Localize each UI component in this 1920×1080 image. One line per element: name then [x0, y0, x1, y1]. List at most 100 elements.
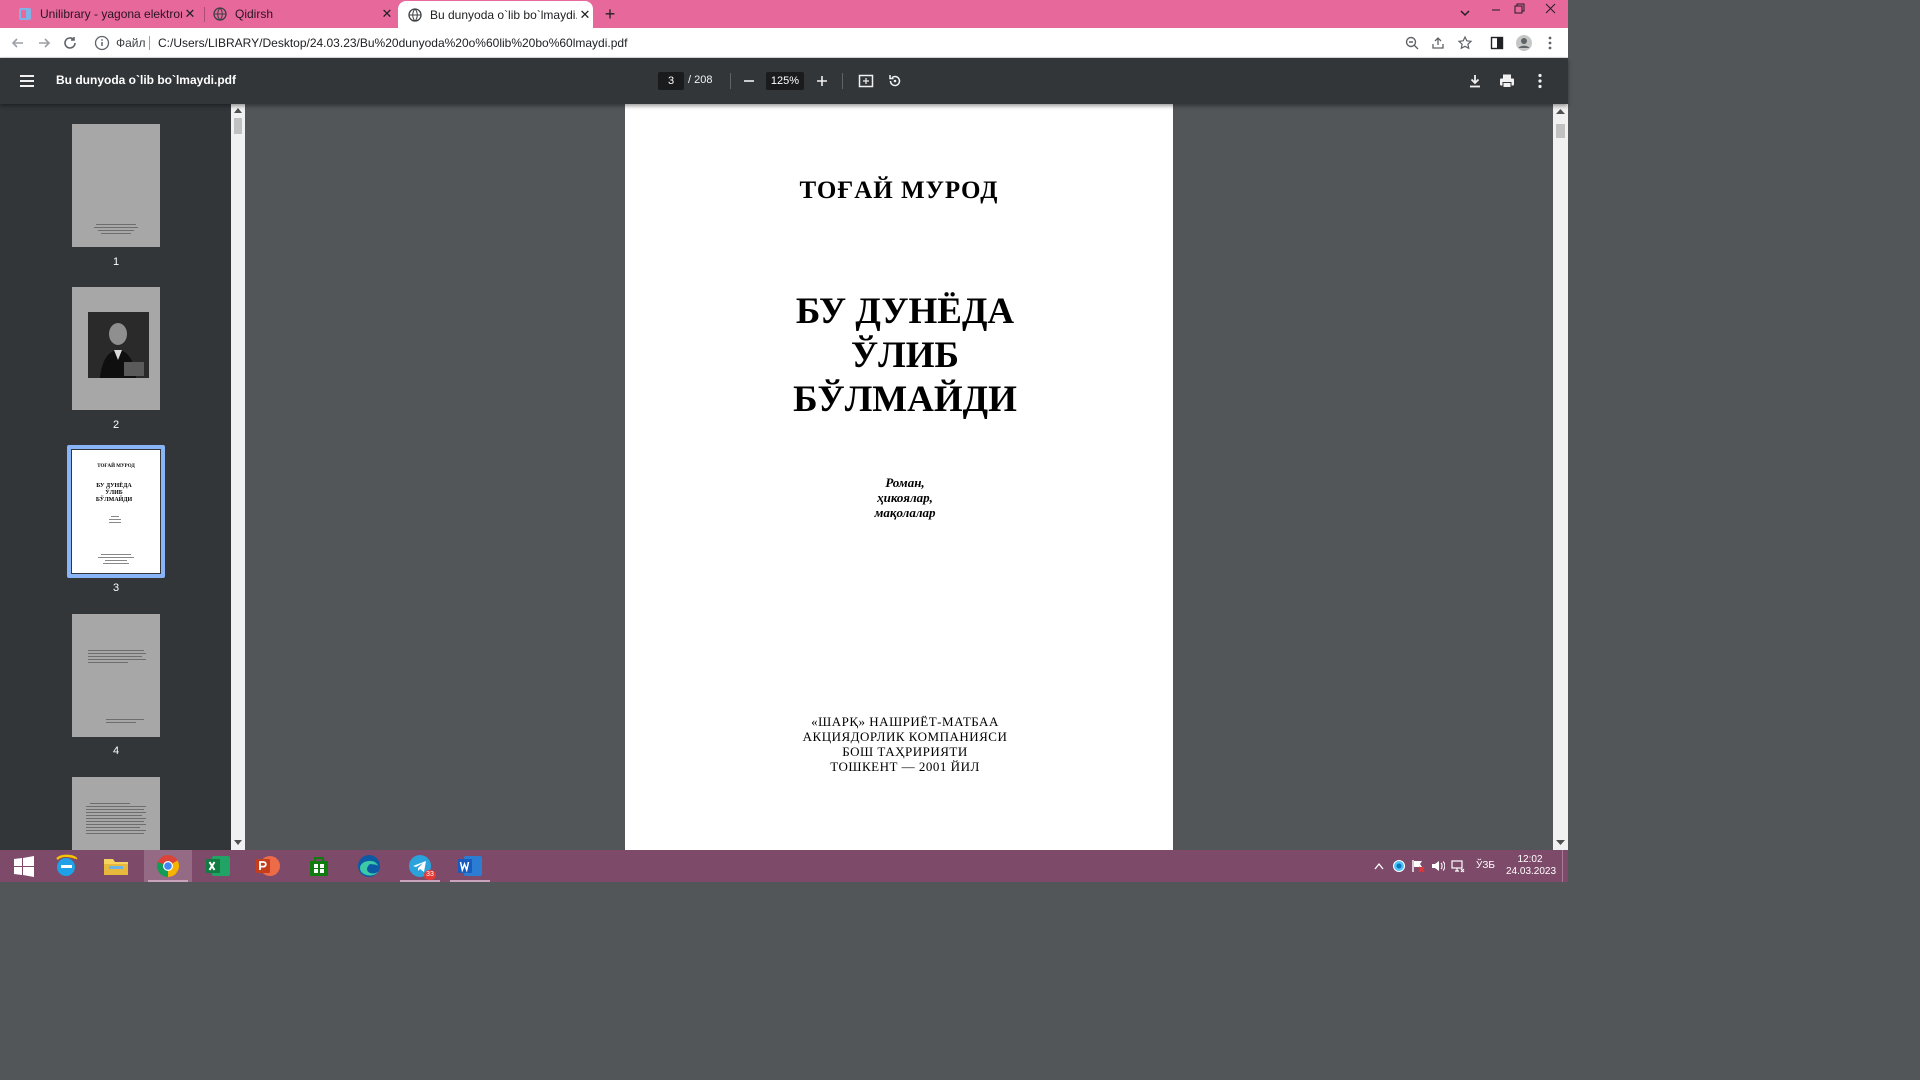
tab-qidirsh[interactable]: Qidirsh ✕ [205, 0, 395, 28]
scroll-down-icon[interactable] [1556, 840, 1565, 846]
close-tab-icon[interactable]: ✕ [379, 6, 395, 22]
book-subtitle: Роман, ҳикоялар, мақолалар [625, 475, 1145, 520]
close-tab-icon[interactable]: ✕ [182, 6, 198, 22]
side-panel-icon[interactable] [1487, 33, 1507, 53]
page-thumbnail[interactable] [72, 287, 160, 410]
internet-explorer-icon [56, 854, 78, 876]
internet-explorer-app[interactable] [42, 850, 90, 882]
hamburger-menu-icon[interactable] [18, 72, 36, 90]
file-explorer-app[interactable] [92, 850, 140, 882]
restore-button[interactable] [1513, 2, 1525, 19]
store-icon [310, 857, 328, 876]
browser-menu-icon[interactable] [1540, 33, 1560, 53]
close-window-button[interactable] [1544, 2, 1556, 19]
publisher-line: ТОШКЕНТ — 2001 ЙИЛ [830, 759, 980, 774]
rotate-icon[interactable] [886, 72, 904, 90]
thumbnail-text-lines [92, 224, 140, 236]
clock-time: 12:02 [1517, 854, 1543, 865]
new-tab-button[interactable]: + [600, 4, 620, 24]
start-button[interactable] [0, 850, 48, 882]
flag-notification-icon[interactable] [1411, 859, 1425, 873]
show-desktop-button[interactable] [1562, 850, 1563, 882]
thumbnail-text-lines [106, 719, 146, 725]
back-arrow-icon[interactable] [8, 33, 28, 53]
scroll-up-icon[interactable] [234, 107, 242, 113]
thumbnail-page-number: 1 [112, 256, 120, 268]
info-icon[interactable] [94, 35, 110, 51]
excel-icon [206, 856, 230, 876]
page-total-label: / 208 [688, 74, 713, 86]
tab-unilibrary[interactable]: Unilibrary - yagona elektron kutub ✕ [8, 0, 198, 28]
telegram-app[interactable]: 33 [396, 850, 444, 882]
thumbnail-title-line: БЎЛМАЙДИ [95, 497, 133, 503]
word-app[interactable] [446, 850, 494, 882]
publisher-line: БОШ ТАҲРИРИЯТИ [842, 744, 968, 759]
main-scrollbar[interactable] [1553, 104, 1568, 850]
tab-title: Unilibrary - yagona elektron kutub [40, 7, 182, 21]
telegram-badge: 33 [424, 870, 436, 880]
thumbnail-text-lines [86, 803, 148, 836]
edge-app[interactable] [345, 850, 393, 882]
thumbnail-page-number: 2 [112, 419, 120, 431]
powerpoint-icon [256, 856, 280, 876]
book-author: ТОҒАЙ МУРОД [799, 177, 999, 204]
profile-avatar-icon[interactable] [1514, 33, 1534, 53]
pdf-toolbar: Bu dunyoda o`lib bo`lmaydi.pdf 3 / 208 1… [0, 58, 1568, 104]
more-options-icon[interactable] [1531, 72, 1549, 90]
zoom-level-input[interactable]: 125% [766, 72, 804, 90]
address-divider [149, 36, 150, 50]
thumbnail-publisher-lines [96, 554, 136, 566]
pdf-title: Bu dunyoda o`lib bo`lmaydi.pdf [56, 73, 236, 87]
forward-arrow-icon[interactable] [34, 33, 54, 53]
reload-icon[interactable] [60, 33, 80, 53]
fit-to-page-icon[interactable] [857, 72, 875, 90]
subtitle-line: мақолалар [874, 505, 936, 520]
page-thumbnail-selected[interactable]: ТОҒАЙ МУРОД БУ ДУНЁДА ЎЛИБ БЎЛМАЙДИ [72, 450, 160, 573]
tab-title: Bu dunyoda o`lib bo`lmaydi.pdf [430, 7, 577, 22]
tab-pdf-active[interactable]: Bu dunyoda o`lib bo`lmaydi.pdf ✕ [398, 1, 593, 28]
publisher-line: «ШАРҚ» НАШРИЁТ-МАТБАА [811, 714, 999, 729]
scrollbar-thumb[interactable] [1556, 124, 1565, 138]
print-icon[interactable] [1498, 72, 1516, 90]
page-thumbnail[interactable] [72, 124, 160, 247]
input-language-indicator[interactable]: ЎЗБ [1476, 860, 1495, 871]
page-number-input[interactable]: 3 [658, 72, 684, 90]
download-icon[interactable] [1466, 72, 1484, 90]
thumbnail-page-number: 3 [112, 582, 120, 594]
system-clock[interactable]: 12:02 24.03.2023 [1506, 854, 1556, 878]
zoom-out-icon[interactable] [740, 72, 758, 90]
subtitle-line: ҳикоялар, [877, 490, 933, 505]
network-globe-icon[interactable] [1392, 859, 1406, 873]
powerpoint-app[interactable] [244, 850, 292, 882]
subtitle-line: Роман, [885, 475, 925, 490]
zoom-icon[interactable] [1402, 33, 1422, 53]
network-connection-icon[interactable] [1451, 859, 1465, 873]
sidebar-scrollbar[interactable] [231, 104, 245, 850]
address-scheme-label: Файл [116, 36, 146, 50]
title-line: БУ ДУНЁДА [795, 291, 1015, 332]
folder-icon [104, 859, 128, 875]
title-line: ЎЛИБ [851, 335, 959, 376]
excel-app[interactable] [194, 850, 242, 882]
store-app[interactable] [295, 850, 343, 882]
share-icon[interactable] [1428, 33, 1448, 53]
tab-search-icon[interactable] [1458, 6, 1472, 23]
publisher-imprint: «ШАРҚ» НАШРИЁТ-МАТБАА АКЦИЯДОРЛИК КОМПАН… [625, 714, 1145, 774]
address-url-field[interactable]: C:/Users/LIBRARY/Desktop/24.03.23/Bu%20d… [158, 36, 627, 50]
thumbnail-title-line: ЎЛИБ [105, 490, 123, 496]
scroll-down-icon[interactable] [234, 840, 242, 846]
chrome-app[interactable] [144, 850, 192, 882]
page-thumbnail[interactable] [72, 777, 160, 850]
thumbnail-title: БУ ДУНЁДА ЎЛИБ БЎЛМАЙДИ [72, 483, 156, 504]
show-hidden-icons-icon[interactable] [1374, 862, 1384, 870]
zoom-in-icon[interactable] [813, 72, 831, 90]
scrollbar-thumb[interactable] [234, 118, 242, 134]
minimize-button[interactable] [1490, 2, 1502, 19]
close-tab-icon[interactable]: ✕ [577, 7, 593, 23]
thumbnail-subtitle-lines [108, 516, 122, 525]
scroll-up-icon[interactable] [1556, 108, 1565, 114]
volume-icon[interactable] [1431, 859, 1445, 873]
toolbar-divider [842, 73, 843, 89]
page-thumbnail[interactable] [72, 614, 160, 737]
bookmark-star-icon[interactable] [1455, 33, 1475, 53]
